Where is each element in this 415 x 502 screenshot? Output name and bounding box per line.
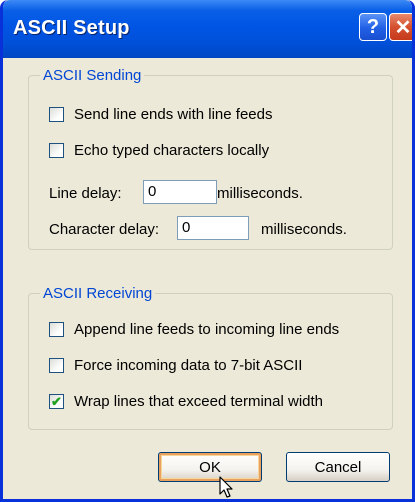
checkbox-send-line-ends[interactable] — [49, 107, 64, 122]
character-delay-input[interactable]: 0 — [177, 216, 249, 240]
close-button[interactable]: ✕ — [389, 13, 412, 41]
checkbox-append-line-feeds[interactable] — [49, 322, 64, 337]
line-delay-label: Line delay: — [49, 185, 122, 202]
close-icon: ✕ — [394, 16, 412, 39]
ascii-sending-title: ASCII Sending — [40, 67, 145, 84]
label-wrap-lines: Wrap lines that exceed terminal width — [74, 393, 324, 410]
character-delay-unit: milliseconds. — [261, 221, 347, 238]
checkbox-wrap-lines[interactable]: ✔ — [49, 394, 64, 409]
label-append-line-feeds: Append line feeds to incoming line ends — [74, 321, 340, 338]
dialog-content: ASCII Sending Send line ends with line f… — [3, 58, 412, 499]
option-append-line-feeds[interactable]: Append line feeds to incoming line ends — [49, 321, 339, 338]
line-delay-input[interactable]: 0 — [143, 180, 217, 204]
ok-button[interactable]: OK — [158, 452, 262, 482]
checkbox-force-7bit[interactable] — [49, 358, 64, 373]
checkbox-echo-typed[interactable] — [49, 143, 64, 158]
question-mark-icon: ? — [366, 15, 380, 38]
ascii-receiving-group: ASCII Receiving Append line feeds to inc… — [28, 285, 393, 430]
label-send-line-ends: Send line ends with line feeds — [74, 106, 273, 123]
option-force-7bit[interactable]: Force incoming data to 7-bit ASCII — [49, 357, 302, 374]
cancel-button[interactable]: Cancel — [286, 452, 390, 482]
character-delay-label: Character delay: — [49, 221, 160, 238]
title-bar[interactable]: ASCII Setup ? ✕ — [3, 0, 412, 58]
ascii-receiving-title: ASCII Receiving — [40, 285, 156, 302]
ascii-sending-group: ASCII Sending Send line ends with line f… — [28, 67, 393, 250]
option-echo-typed[interactable]: Echo typed characters locally — [49, 142, 269, 159]
option-wrap-lines[interactable]: ✔ Wrap lines that exceed terminal width — [49, 393, 323, 410]
ascii-setup-dialog: ASCII Setup ? ✕ ASCII Sending Send line … — [0, 0, 415, 502]
label-force-7bit: Force incoming data to 7-bit ASCII — [74, 357, 303, 374]
window-title: ASCII Setup — [13, 17, 130, 39]
option-send-line-ends[interactable]: Send line ends with line feeds — [49, 106, 272, 123]
help-button[interactable]: ? — [359, 13, 387, 41]
label-echo-typed: Echo typed characters locally — [74, 142, 270, 159]
line-delay-unit: milliseconds. — [217, 185, 303, 202]
mouse-pointer-icon — [219, 476, 233, 498]
